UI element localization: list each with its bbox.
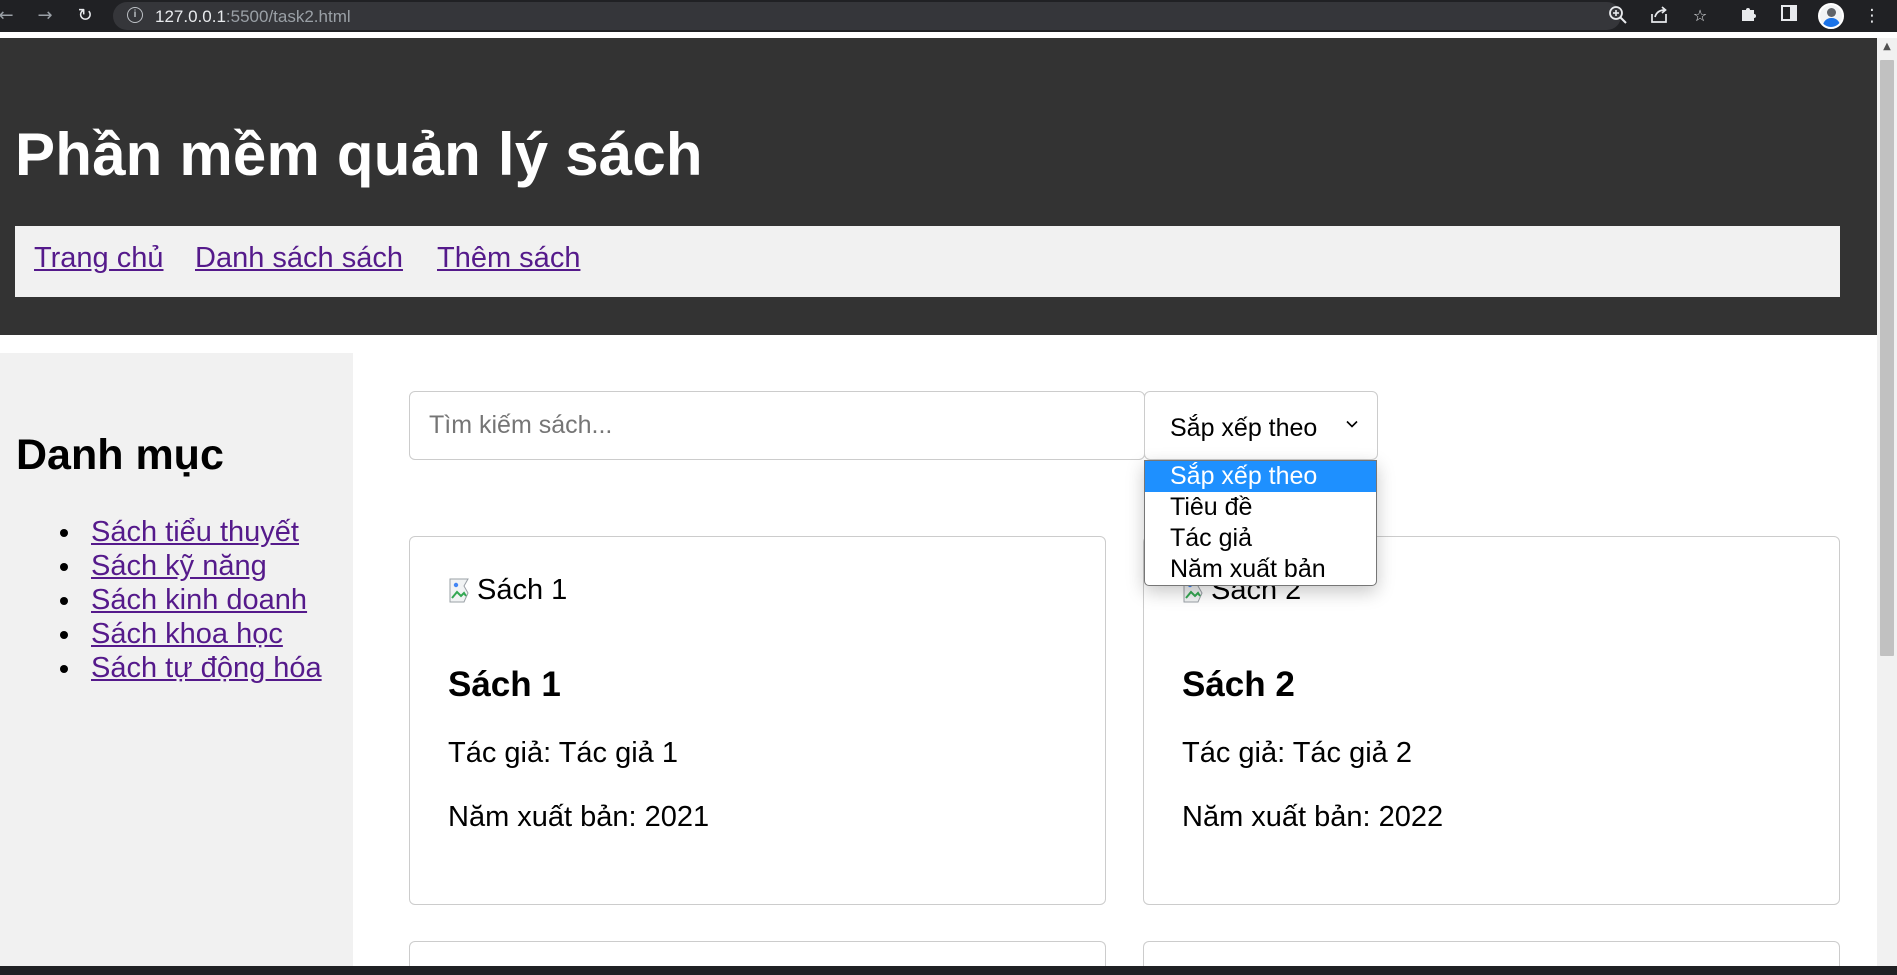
page-scrollbar[interactable]: ▲: [1877, 38, 1897, 966]
category-item: Sách tiểu thuyết: [60, 515, 330, 549]
url-path: :5500/task2.html: [225, 7, 351, 26]
category-link-business[interactable]: Sách kinh doanh: [91, 583, 330, 617]
share-icon[interactable]: [1648, 5, 1670, 27]
category-list: Sách tiểu thuyết Sách kỹ năng Sách kinh …: [60, 515, 330, 685]
category-link-science[interactable]: Sách khoa học: [91, 617, 330, 651]
book-year: Năm xuất bản: 2022: [1182, 801, 1444, 833]
site-info-icon[interactable]: i: [127, 7, 143, 23]
avatar-body: [1823, 18, 1840, 27]
book-author: Tác giả: Tác giả 2: [1182, 737, 1412, 769]
sort-select-value: Sắp xếp theo: [1170, 414, 1318, 442]
extensions-icon[interactable]: [1737, 4, 1761, 28]
avatar-head: [1827, 8, 1836, 17]
category-sidebar: Danh mục Sách tiểu thuyết Sách kỹ năng S…: [0, 353, 353, 975]
search-input[interactable]: [409, 391, 1145, 460]
url-text[interactable]: 127.0.0.1:5500/task2.html: [155, 7, 351, 27]
nav-link-home[interactable]: Trang chủ: [34, 242, 164, 275]
scroll-up-arrow-icon[interactable]: ▲: [1877, 38, 1897, 56]
forward-icon[interactable]: →: [33, 4, 57, 28]
nav-link-add-book[interactable]: Thêm sách: [437, 242, 580, 275]
book-year: Năm xuất bản: 2021: [448, 801, 710, 833]
category-link-novel[interactable]: Sách tiểu thuyết: [91, 515, 330, 549]
category-item: Sách tự động hóa: [60, 651, 330, 685]
nav-link-book-list[interactable]: Danh sách sách: [195, 242, 403, 275]
profile-avatar[interactable]: [1818, 3, 1844, 29]
bookmark-star-icon[interactable]: ☆: [1689, 5, 1711, 27]
sidebar-title: Danh mục: [16, 431, 224, 479]
browser-toolbar: ← → ↻ i 127.0.0.1:5500/task2.html ☆ ⋮: [0, 0, 1897, 32]
scrollbar-thumb[interactable]: [1880, 60, 1894, 656]
book-image: Sách 1: [448, 574, 567, 607]
reload-icon[interactable]: ↻: [73, 4, 97, 28]
book-title: Sách 2: [1182, 665, 1295, 704]
window-bottom-edge: [0, 966, 1897, 975]
chevron-down-icon: [1346, 420, 1358, 428]
zoom-icon[interactable]: [1607, 5, 1629, 27]
page-header: Phần mềm quản lý sách Trang chủ Danh sác…: [0, 38, 1877, 335]
sort-dropdown-list: Sắp xếp theo Tiêu đề Tác giả Năm xuất bả…: [1144, 460, 1377, 586]
page-title: Phần mềm quản lý sách: [15, 121, 703, 188]
side-panel-icon[interactable]: [1777, 4, 1801, 28]
category-item: Sách kinh doanh: [60, 583, 330, 617]
sort-option-author[interactable]: Tác giả: [1145, 523, 1376, 554]
sort-select[interactable]: Sắp xếp theo: [1144, 391, 1378, 460]
book-card: Sách 2 Sách 2 Tác giả: Tác giả 2 Năm xuấ…: [1143, 536, 1840, 905]
category-item: Sách khoa học: [60, 617, 330, 651]
menu-icon[interactable]: ⋮: [1860, 4, 1884, 28]
book-card: Sách 1 Sách 1 Tác giả: Tác giả 1 Năm xuấ…: [409, 536, 1106, 905]
back-icon[interactable]: ←: [0, 4, 18, 28]
category-item: Sách kỹ năng: [60, 549, 330, 583]
sort-option-default[interactable]: Sắp xếp theo: [1145, 461, 1376, 492]
top-nav: Trang chủ Danh sách sách Thêm sách: [15, 226, 1840, 297]
book-author: Tác giả: Tác giả 1: [448, 737, 678, 769]
category-link-automation[interactable]: Sách tự động hóa: [91, 651, 330, 685]
book-title: Sách 1: [448, 665, 561, 704]
sort-option-year[interactable]: Năm xuất bản: [1145, 554, 1376, 585]
book-image-alt: Sách 1: [477, 574, 568, 606]
sort-option-title[interactable]: Tiêu đề: [1145, 492, 1376, 523]
url-host: 127.0.0.1: [155, 7, 226, 26]
address-bar[interactable]: i 127.0.0.1:5500/task2.html ☆: [113, 2, 1707, 30]
broken-image-icon: [449, 578, 469, 603]
category-link-skills[interactable]: Sách kỹ năng: [91, 549, 330, 583]
